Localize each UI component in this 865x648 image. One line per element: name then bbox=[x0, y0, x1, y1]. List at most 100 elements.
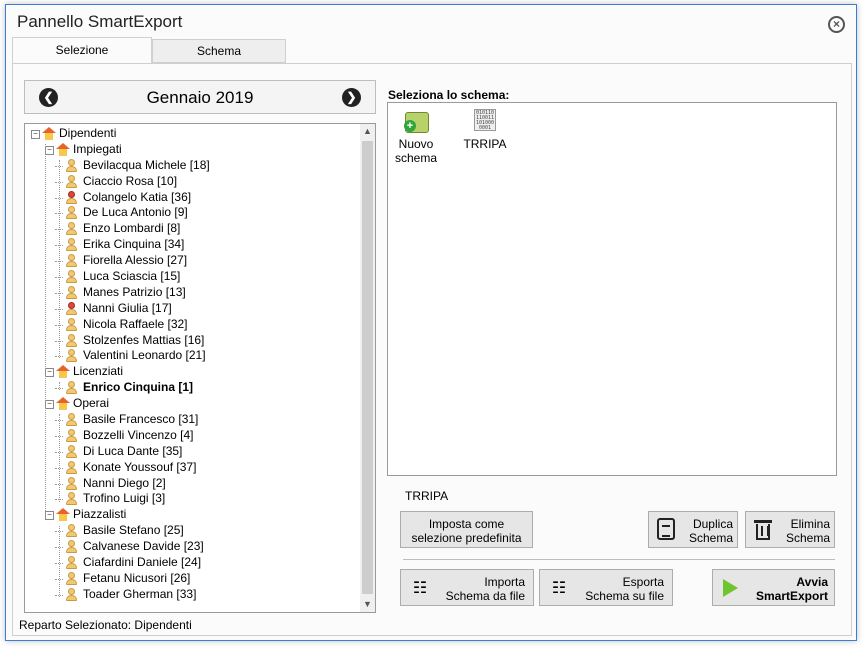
tree-employee-row[interactable]: Valentini Leonardo [21] bbox=[25, 348, 360, 364]
tree-scrollbar[interactable]: ▲ ▼ bbox=[360, 124, 375, 612]
schema-item-label: TRRIPA bbox=[463, 137, 507, 151]
tree-employee-row[interactable]: Calvanese Davide [23] bbox=[25, 539, 360, 555]
close-icon[interactable]: × bbox=[828, 16, 845, 33]
user-icon bbox=[65, 333, 79, 347]
tree-employee-row[interactable]: Di Luca Dante [35] bbox=[25, 444, 360, 460]
previous-month-icon[interactable]: ❮ bbox=[39, 88, 58, 107]
user-icon bbox=[65, 428, 79, 442]
tree-employee-label: De Luca Antonio [9] bbox=[83, 205, 188, 220]
tree-group-label: Operai bbox=[73, 396, 110, 411]
house-icon bbox=[56, 365, 70, 379]
tree-employee-row[interactable]: Enzo Lombardi [8] bbox=[25, 221, 360, 237]
tree-employee-label: Fetanu Nicusori [26] bbox=[83, 570, 191, 585]
tree-group-row[interactable]: − Dipendenti bbox=[25, 126, 360, 142]
tree-employee-row[interactable]: Nanni Giulia [17] bbox=[25, 301, 360, 317]
collapse-icon[interactable]: − bbox=[45, 511, 54, 521]
tree-group-label: Dipendenti bbox=[59, 126, 117, 140]
user-icon bbox=[65, 254, 79, 268]
user-icon bbox=[65, 222, 79, 236]
house-icon bbox=[56, 142, 70, 156]
tab-selezione[interactable]: Selezione bbox=[12, 37, 152, 63]
tree-employee-row[interactable]: Nanni Diego [2] bbox=[25, 476, 360, 492]
tree-group-row[interactable]: − Licenziati bbox=[25, 364, 360, 380]
user-icon bbox=[65, 524, 79, 538]
tree-employee-label: Colangelo Katia [36] bbox=[83, 189, 192, 204]
tree-employee-row[interactable]: Erika Cinquina [34] bbox=[25, 237, 360, 253]
tree-employee-row[interactable]: Enrico Cinquina [1] bbox=[25, 380, 360, 396]
collapse-icon[interactable]: − bbox=[45, 400, 54, 410]
tree-employee-label: Konate Youssouf [37] bbox=[83, 459, 197, 474]
tree-employee-label: Di Luca Dante [35] bbox=[83, 443, 183, 458]
scroll-up-icon[interactable]: ▲ bbox=[360, 124, 375, 139]
tree-group-row[interactable]: − Impiegati bbox=[25, 142, 360, 158]
tree-employee-label: Ciafardini Daniele [24] bbox=[83, 555, 202, 570]
tree-group-label: Impiegati bbox=[73, 141, 122, 156]
start-smartexport-button[interactable]: Avvia SmartExport bbox=[712, 569, 835, 606]
tree-employee-label: Toader Gherman [33] bbox=[83, 586, 197, 601]
female-user-icon bbox=[65, 190, 79, 204]
tree-employee-row[interactable]: Fiorella Alessio [27] bbox=[25, 253, 360, 269]
binary-file-icon: 010110 110011 101000 0001 bbox=[474, 109, 496, 131]
month-navigator: ❮ Gennaio 2019 ❯ bbox=[24, 80, 376, 114]
tree-group-row[interactable]: − Piazzalisti bbox=[25, 507, 360, 523]
tree-employee-row[interactable]: Basile Stefano [25] bbox=[25, 523, 360, 539]
user-icon bbox=[65, 270, 79, 284]
duplicate-schema-button[interactable]: Duplica Schema bbox=[648, 511, 738, 548]
house-icon bbox=[56, 508, 70, 522]
tree-employee-label: Manes Patrizio [13] bbox=[83, 284, 186, 299]
tree-employee-row[interactable]: Nicola Raffaele [32] bbox=[25, 317, 360, 333]
female-user-icon bbox=[65, 301, 79, 315]
tree-employee-row[interactable]: Ciafardini Daniele [24] bbox=[25, 555, 360, 571]
tree-employee-label: Stolzenfes Mattias [16] bbox=[83, 332, 205, 347]
tab-schema[interactable]: Schema bbox=[152, 39, 286, 63]
delete-schema-button[interactable]: Elimina Schema bbox=[745, 511, 835, 548]
tree-employee-row[interactable]: Bevilacqua Michele [18] bbox=[25, 158, 360, 174]
button-divider bbox=[403, 559, 835, 560]
smartexport-window: Pannello SmartExport × Selezione Schema … bbox=[5, 4, 857, 641]
house-icon bbox=[56, 397, 70, 411]
import-schema-button[interactable]: ☷ Importa Schema da file bbox=[400, 569, 534, 606]
user-icon bbox=[65, 238, 79, 252]
tree-employee-row[interactable]: De Luca Antonio [9] bbox=[25, 205, 360, 221]
tree-employee-row[interactable]: Bozzelli Vincenzo [4] bbox=[25, 428, 360, 444]
tree-employee-row[interactable]: Luca Sciascia [15] bbox=[25, 269, 360, 285]
export-schema-button[interactable]: ☷ Esporta Schema su file bbox=[539, 569, 673, 606]
tree-employee-label: Nicola Raffaele [32] bbox=[83, 316, 188, 331]
user-icon bbox=[65, 381, 79, 395]
employee-tree: − Dipendenti − Impiegati Bevilacqua Michele … bbox=[24, 123, 376, 613]
tree-employee-row[interactable]: Manes Patrizio [13] bbox=[25, 285, 360, 301]
tree-employee-label: Calvanese Davide [23] bbox=[83, 539, 204, 554]
schema-list: + Nuovo schema 010110 110011 101000 0001… bbox=[387, 102, 837, 476]
collapse-icon[interactable]: − bbox=[45, 145, 54, 155]
tree-employee-row[interactable]: Fetanu Nicusori [26] bbox=[25, 571, 360, 587]
user-icon bbox=[65, 476, 79, 490]
schema-item-trripa[interactable]: 010110 110011 101000 0001 TRRIPA bbox=[462, 109, 508, 151]
scroll-thumb[interactable] bbox=[362, 141, 373, 594]
status-text: Reparto Selezionato: Dipendenti bbox=[19, 618, 192, 632]
user-icon bbox=[65, 158, 79, 172]
scroll-down-icon[interactable]: ▼ bbox=[360, 597, 375, 612]
tree-employee-row[interactable]: Basile Francesco [31] bbox=[25, 412, 360, 428]
tree-employee-row[interactable]: Colangelo Katia [36] bbox=[25, 190, 360, 206]
set-default-button[interactable]: Imposta come selezione predefinita bbox=[400, 511, 533, 548]
tree-employee-row[interactable]: Ciaccio Rosa [10] bbox=[25, 174, 360, 190]
network-export-icon: ☷ bbox=[551, 578, 567, 597]
next-month-icon[interactable]: ❯ bbox=[342, 88, 361, 107]
collapse-icon[interactable]: − bbox=[31, 130, 40, 139]
collapse-icon[interactable]: − bbox=[45, 368, 54, 378]
user-icon bbox=[65, 444, 79, 458]
tree-employee-row[interactable]: Konate Youssouf [37] bbox=[25, 460, 360, 476]
selected-schema-name: TRRIPA bbox=[405, 489, 449, 503]
user-icon bbox=[65, 492, 79, 506]
schema-item-label: schema bbox=[394, 151, 438, 165]
tree-employee-row[interactable]: Toader Gherman [33] bbox=[25, 587, 360, 603]
tree-employee-row[interactable]: Trofino Luigi [3] bbox=[25, 491, 360, 507]
network-import-icon: ☷ bbox=[412, 578, 428, 597]
tree-employee-row[interactable]: Stolzenfes Mattias [16] bbox=[25, 333, 360, 349]
schema-item-new[interactable]: + Nuovo schema bbox=[394, 109, 438, 165]
tree-employee-label: Luca Sciascia [15] bbox=[83, 269, 181, 284]
document-icon bbox=[657, 518, 675, 540]
tree-group-row[interactable]: − Operai bbox=[25, 396, 360, 412]
tree-employee-label: Bevilacqua Michele [18] bbox=[83, 157, 210, 172]
play-icon bbox=[723, 579, 738, 597]
